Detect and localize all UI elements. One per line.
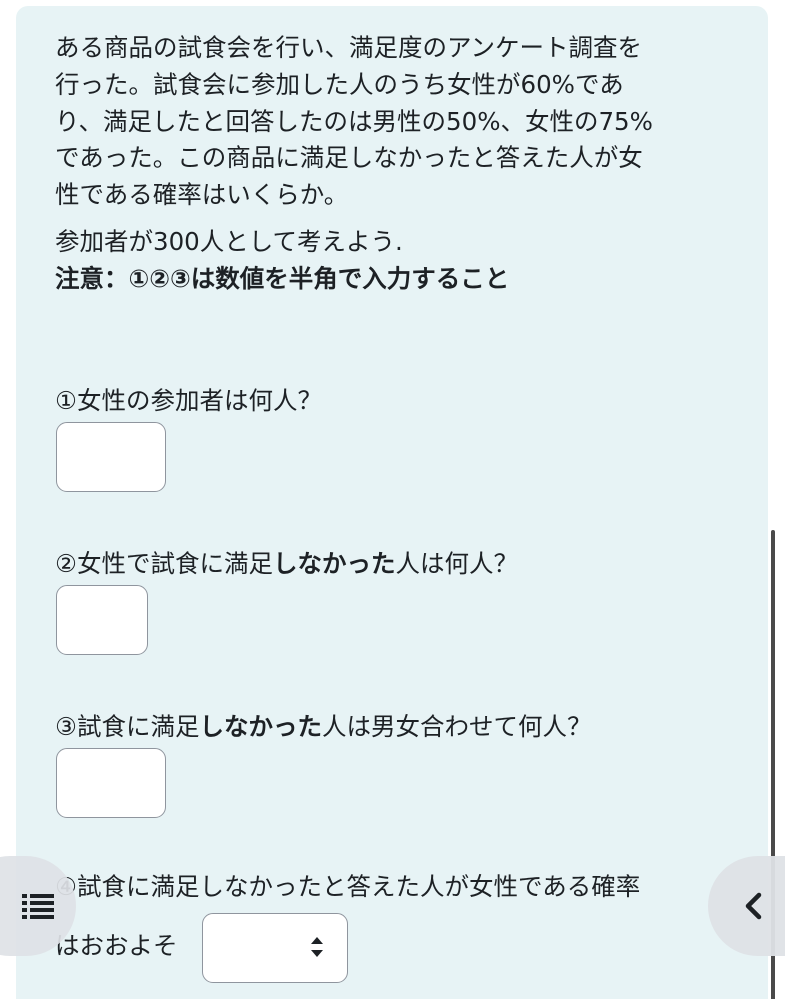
part-2-label: ②女性で試食に満足しなかった人は何人？ [55, 546, 518, 583]
part-1-label: ①女性の参加者は何人？ [55, 383, 322, 420]
quiz-page: ある商品の試食会を行い、満足度のアンケート調査を 行った。試食会に参加した人のう… [0, 0, 785, 999]
part-4-text: ④試食に満足しなかったと答えた人が女性である確率 [55, 872, 641, 901]
part-2-text-post: 人は何人？ [395, 549, 518, 578]
part-4-label: ④試食に満足しなかったと答えた人が女性である確率 [55, 869, 640, 906]
part-4-label-line2: はおおよそ [55, 928, 178, 965]
question-line: り、満足したと回答したのは男性の50%、女性の75% [55, 106, 653, 136]
question-text: ある商品の試食会を行い、満足度のアンケート調査を 行った。試食会に参加した人のう… [55, 30, 735, 297]
part-3-text-post: 人は男女合わせて何人？ [321, 712, 592, 741]
question-hint: 参加者が300人として考えよう. [55, 226, 403, 256]
question-line: 性である確率はいくらか。 [55, 180, 349, 209]
part-2-answer-input[interactable] [56, 585, 148, 655]
chevron-left-icon [745, 892, 762, 920]
question-statement: ある商品の試食会を行い、満足度のアンケート調査を 行った。試食会に参加した人のう… [55, 30, 735, 214]
part-4-text-line2: はおおよそ [55, 931, 178, 960]
part-3-label: ③試食に満足しなかった人は男女合わせて何人？ [55, 709, 591, 746]
question-line: ある商品の試食会を行い、満足度のアンケート調査を [55, 33, 643, 62]
part-3-text-pre: ③試食に満足 [55, 712, 200, 741]
part-3-text-bold: しなかった [199, 712, 322, 741]
part-1-answer-input[interactable] [56, 422, 166, 492]
list-icon [22, 894, 54, 919]
part-2-text-pre: ②女性で試食に満足 [55, 549, 273, 578]
question-line: であった。この商品に満足しなかったと答えた人が女 [55, 143, 643, 173]
question-note: 注意：①②③は数値を半角で入力すること [55, 263, 510, 293]
part-1-text: ①女性の参加者は何人？ [55, 386, 322, 415]
select-arrows-icon [311, 937, 323, 957]
part-4-answer-select[interactable] [202, 913, 348, 983]
question-line: 行った。試食会に参加した人のうち女性が60%であ [55, 69, 624, 99]
part-3-answer-input[interactable] [56, 748, 166, 818]
part-2-text-bold: しなかった [272, 549, 396, 578]
